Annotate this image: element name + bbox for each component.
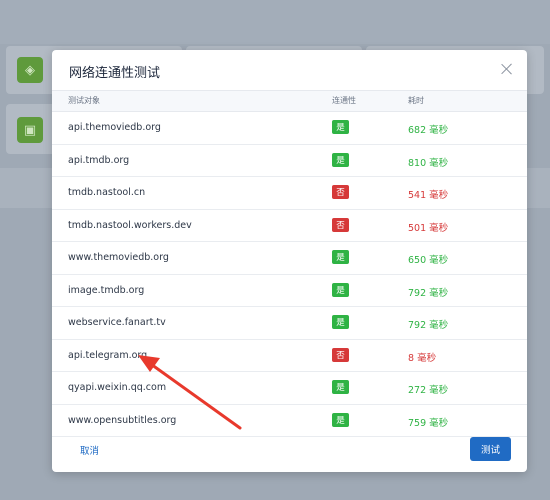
table-row: tmdb.nastool.workers.dev 否 501 毫秒 bbox=[52, 210, 527, 242]
latency-value: 541 毫秒 bbox=[408, 190, 449, 201]
target-host: www.themoviedb.org bbox=[68, 252, 169, 263]
target-host: tmdb.nastool.workers.dev bbox=[68, 219, 192, 231]
connectivity-badge: 是 bbox=[332, 250, 349, 264]
table-row: qyapi.weixin.qq.com 是 272 毫秒 bbox=[52, 372, 527, 405]
table-row: api.tmdb.org 是 810 毫秒 bbox=[52, 145, 527, 177]
close-icon[interactable] bbox=[499, 61, 515, 77]
connectivity-badge: 是 bbox=[332, 380, 349, 394]
connectivity-badge: 是 bbox=[332, 315, 349, 329]
table-row: api.telegram.org 否 8 毫秒 bbox=[52, 340, 527, 372]
column-header-connectivity: 连通性 bbox=[332, 96, 356, 105]
table-header: 测试对象 连通性 耗时 bbox=[52, 90, 527, 112]
target-host: tmdb.nastool.cn bbox=[68, 187, 146, 198]
latency-value: 810 毫秒 bbox=[408, 157, 449, 169]
connectivity-badge: 否 bbox=[332, 347, 349, 362]
connectivity-badge: 是 bbox=[332, 152, 349, 167]
column-header-time: 耗时 bbox=[408, 96, 424, 105]
background-header bbox=[0, 0, 550, 44]
latency-value: 272 毫秒 bbox=[408, 385, 449, 396]
target-host: qyapi.weixin.qq.com bbox=[68, 382, 167, 393]
connectivity-badge: 是 bbox=[332, 120, 349, 134]
table-row: tmdb.nastool.cn 否 541 毫秒 bbox=[52, 177, 527, 210]
target-host: api.tmdb.org bbox=[68, 154, 130, 166]
latency-value: 759 毫秒 bbox=[408, 417, 449, 429]
table-row: www.themoviedb.org 是 650 毫秒 bbox=[52, 242, 527, 275]
latency-value: 682 毫秒 bbox=[408, 125, 449, 136]
connectivity-badge: 是 bbox=[332, 412, 349, 427]
column-header-target: 测试对象 bbox=[68, 96, 100, 105]
dialog-header: 网络连通性测试 bbox=[52, 50, 527, 90]
target-host: api.telegram.org bbox=[68, 349, 148, 361]
network-test-dialog: 网络连通性测试 测试对象 连通性 耗时 api.themoviedb.org 是 6… bbox=[52, 50, 527, 472]
table-body: api.themoviedb.org 是 682 毫秒 api.tmdb.org 是 81… bbox=[52, 112, 527, 437]
connectivity-table: 测试对象 连通性 耗时 api.themoviedb.org 是 682 毫秒 api… bbox=[52, 90, 527, 437]
dialog-footer: 取消 测试 bbox=[52, 432, 527, 472]
table-row: webservice.fanart.tv 是 792 毫秒 bbox=[52, 307, 527, 340]
target-host: webservice.fanart.tv bbox=[68, 317, 166, 328]
background-app-icon: ◈ bbox=[17, 57, 43, 83]
connectivity-badge: 否 bbox=[332, 185, 349, 199]
latency-value: 792 毫秒 bbox=[408, 320, 449, 331]
latency-value: 792 毫秒 bbox=[408, 287, 449, 299]
dialog-title: 网络连通性测试 bbox=[69, 66, 161, 81]
test-button[interactable]: 测试 bbox=[470, 437, 511, 461]
connectivity-badge: 否 bbox=[332, 217, 349, 232]
target-host: www.opensubtitles.org bbox=[68, 414, 177, 426]
background-app-icon: ▣ bbox=[17, 117, 43, 143]
cancel-button[interactable]: 取消 bbox=[80, 443, 99, 457]
target-host: image.tmdb.org bbox=[68, 284, 145, 296]
table-row: api.themoviedb.org 是 682 毫秒 bbox=[52, 112, 527, 145]
table-row: image.tmdb.org 是 792 毫秒 bbox=[52, 275, 527, 307]
latency-value: 650 毫秒 bbox=[408, 255, 449, 266]
latency-value: 8 毫秒 bbox=[408, 352, 437, 364]
connectivity-badge: 是 bbox=[332, 282, 349, 297]
target-host: api.themoviedb.org bbox=[68, 122, 161, 133]
latency-value: 501 毫秒 bbox=[408, 222, 449, 234]
